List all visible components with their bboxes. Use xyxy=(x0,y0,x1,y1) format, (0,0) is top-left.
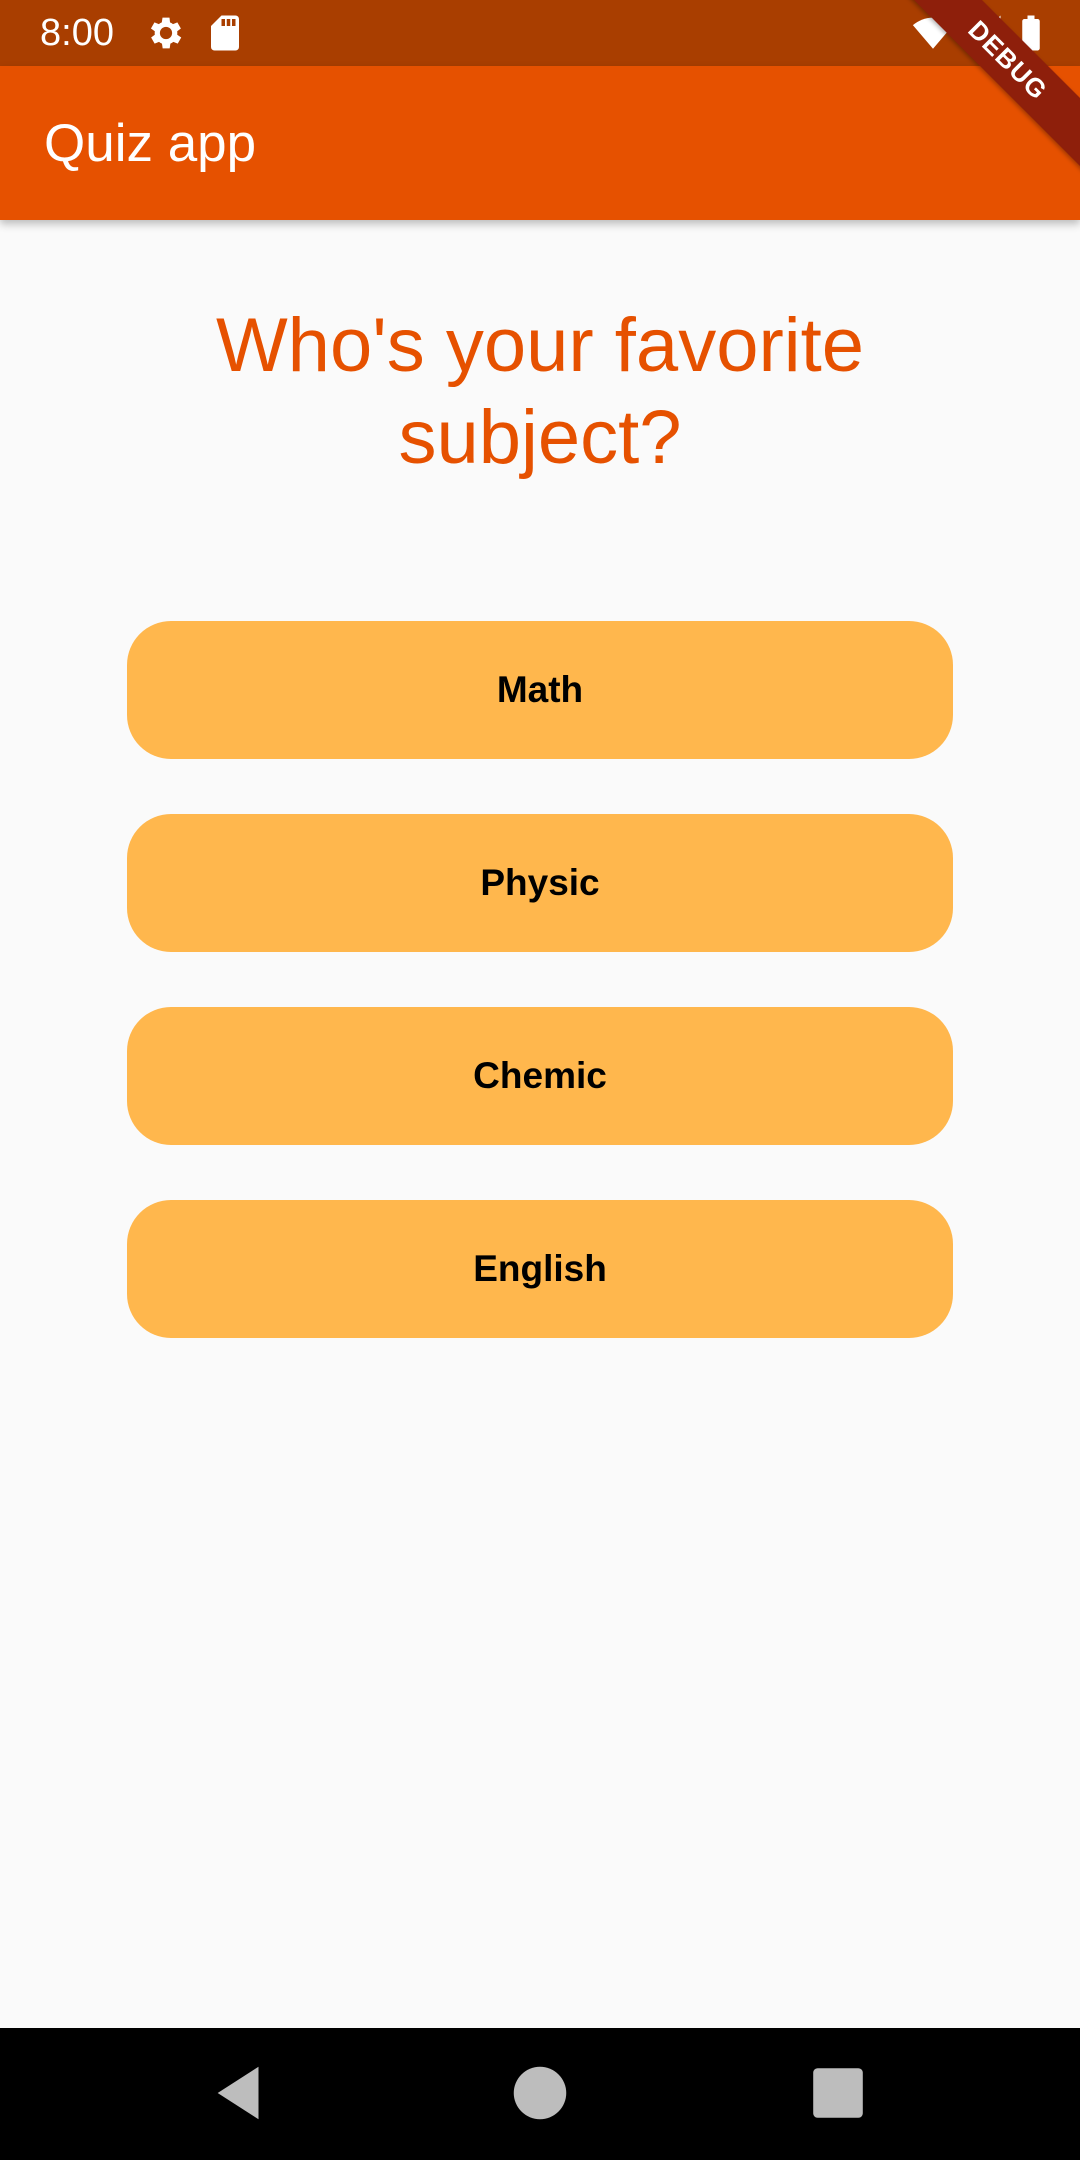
recents-icon[interactable] xyxy=(803,2058,873,2128)
answer-button-physic[interactable]: Physic xyxy=(127,814,953,952)
status-bar: 8:00 xyxy=(0,0,1080,66)
settings-icon xyxy=(145,12,187,54)
answer-button-math[interactable]: Math xyxy=(127,621,953,759)
navigation-bar xyxy=(0,2028,1080,2160)
sd-card-icon xyxy=(204,12,246,54)
home-icon[interactable] xyxy=(505,2058,575,2128)
back-icon[interactable] xyxy=(206,2058,276,2128)
app-bar: Quiz app xyxy=(0,66,1080,220)
answer-list: Math Physic Chemic English xyxy=(127,621,953,1393)
screen: 8:00 Quiz app DEBUG Who's your favorite … xyxy=(0,0,1080,2160)
status-time: 8:00 xyxy=(40,12,114,54)
question-text: Who's your favorite subject? xyxy=(215,303,865,480)
app-title: Quiz app xyxy=(44,114,257,173)
answer-button-english[interactable]: English xyxy=(127,1200,953,1338)
answer-button-chemic[interactable]: Chemic xyxy=(127,1007,953,1145)
